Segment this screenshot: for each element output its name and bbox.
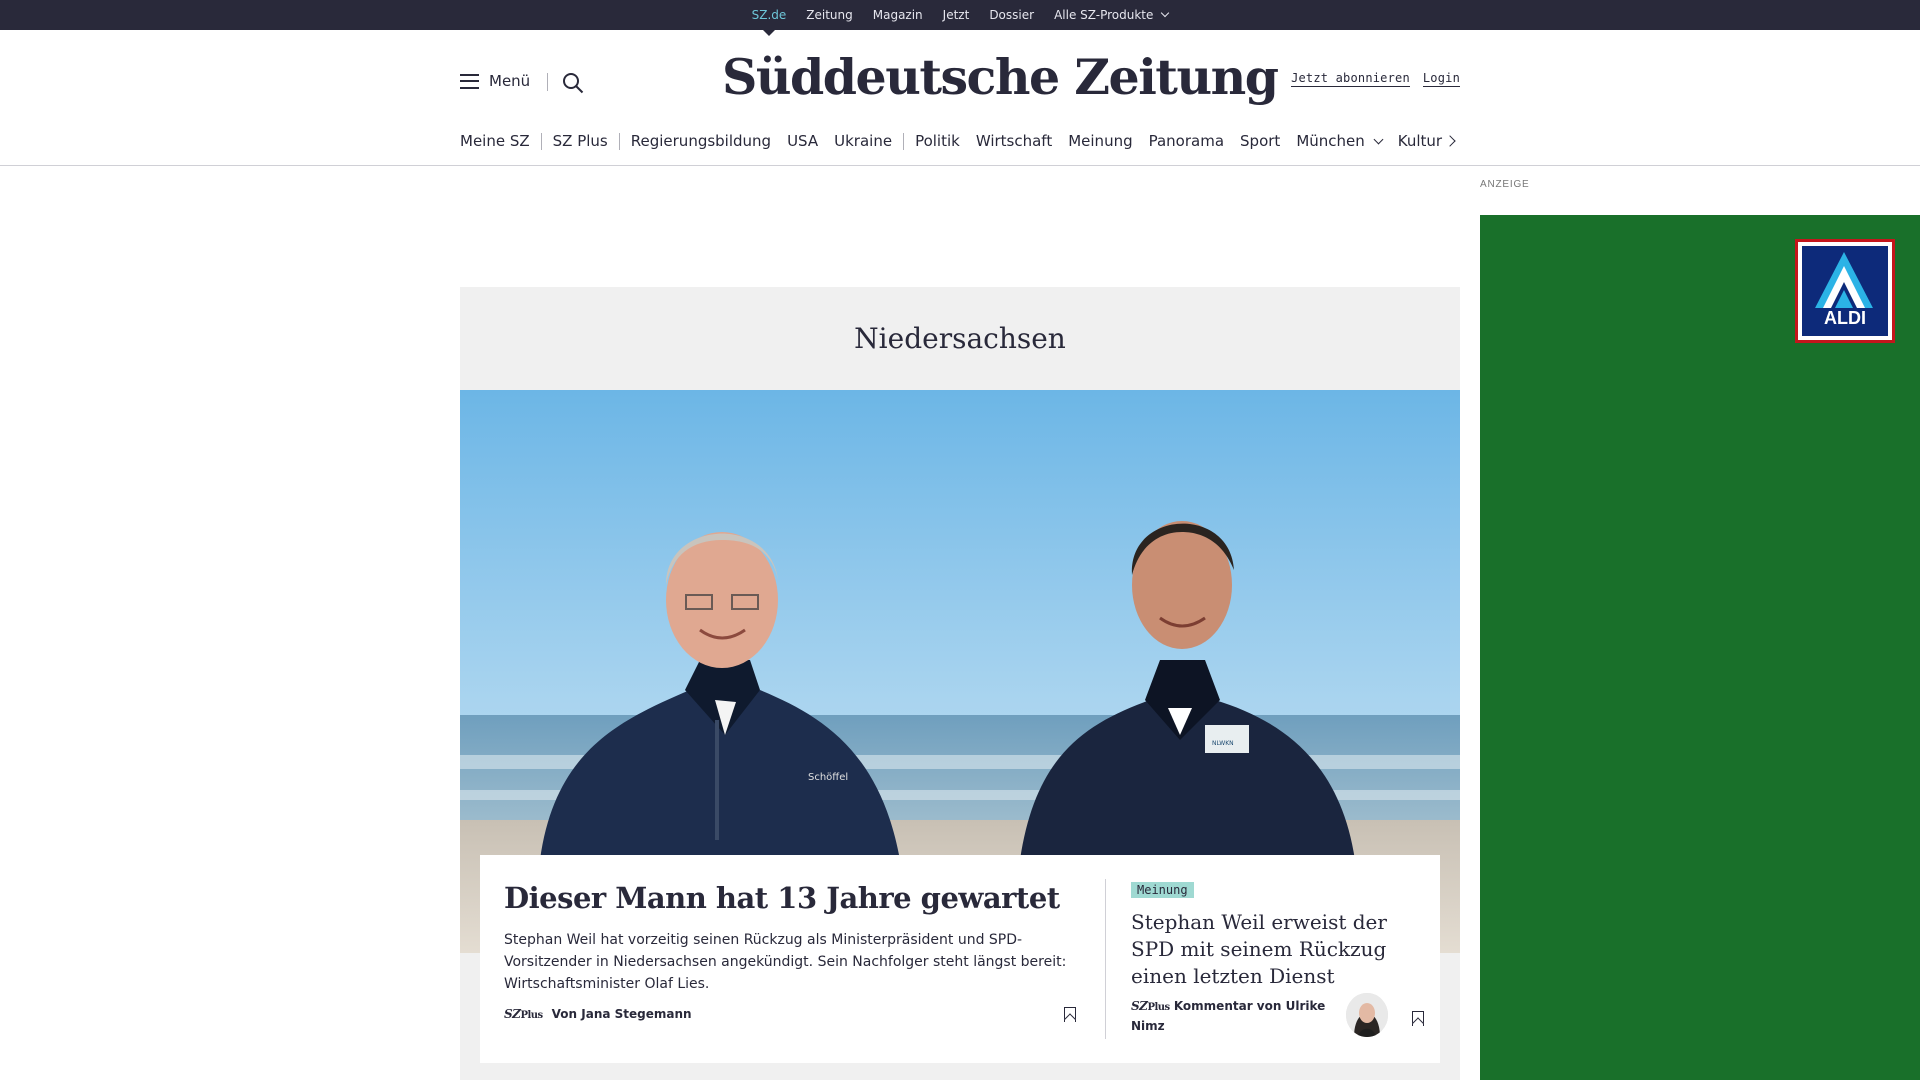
nav-item-politik[interactable]: Politik: [915, 132, 960, 150]
nav-divider: [903, 132, 905, 150]
header-divider: [547, 73, 548, 91]
nav-item-muenchen[interactable]: München: [1296, 132, 1384, 150]
ad-label: ANZEIGE: [1480, 179, 1530, 190]
chevron-down-icon: [1373, 134, 1384, 144]
topbar-link-dossier[interactable]: Dossier: [979, 0, 1044, 30]
main-nav: Meine SZ SZ Plus Regierungsbildung USA U…: [460, 130, 1458, 152]
advertisement[interactable]: ALDI: [1480, 215, 1920, 1080]
opinion-headline[interactable]: Stephan Weil erweist der SPD mit seinem …: [1131, 909, 1401, 990]
search-icon[interactable]: [562, 72, 584, 94]
nav-item-ukraine[interactable]: Ukraine: [834, 132, 892, 150]
site-header: Menü Süddeutsche Zeitung Jetzt abonniere…: [460, 30, 1460, 166]
nav-item-kultur[interactable]: Kultur: [1398, 132, 1442, 150]
sz-plus-badge: SZPlus: [504, 1007, 543, 1021]
lead-teaser-text: Stephan Weil hat vorzeitig seinen Rückzu…: [504, 932, 1067, 992]
nav-item-meine-sz[interactable]: Meine SZ: [460, 132, 530, 150]
opinion-article[interactable]: Meinung Stephan Weil erweist der SPD mit…: [1131, 881, 1401, 990]
section-title[interactable]: Niedersachsen: [460, 287, 1460, 391]
service-bar: SZ.de Zeitung Magazin Jetzt Dossier Alle…: [0, 0, 1920, 36]
nav-item-muenchen-label: München: [1296, 132, 1365, 150]
nav-item-panorama[interactable]: Panorama: [1149, 132, 1224, 150]
nav-item-meinung[interactable]: Meinung: [1068, 132, 1132, 150]
subscribe-link[interactable]: Jetzt abonnieren: [1291, 71, 1410, 87]
topbar-link-products[interactable]: Alle SZ-Produkte: [1044, 0, 1178, 30]
lead-headline[interactable]: Dieser Mann hat 13 Jahre gewartet: [504, 881, 1069, 915]
nav-divider: [618, 132, 620, 150]
lead-teaser-card: Dieser Mann hat 13 Jahre gewartet Stepha…: [480, 855, 1440, 1063]
lead-author: Von Jana Stegemann: [551, 1007, 692, 1021]
bookmark-icon[interactable]: [1412, 1011, 1424, 1026]
nav-item-sport[interactable]: Sport: [1240, 132, 1280, 150]
nav-divider: [540, 132, 542, 150]
aldi-logo: ALDI: [1795, 239, 1895, 343]
nav-item-regierungsbildung[interactable]: Regierungsbildung: [631, 132, 771, 150]
header-separator: [0, 165, 1920, 166]
nav-item-usa[interactable]: USA: [787, 132, 818, 150]
topbar-link-magazin[interactable]: Magazin: [863, 0, 933, 30]
opinion-badge: Meinung: [1131, 882, 1194, 898]
opinion-byline: SZPlus Kommentar von Ulrike Nimz: [1131, 997, 1341, 1036]
account-links: Jetzt abonnieren Login: [1291, 71, 1460, 87]
lead-article[interactable]: Dieser Mann hat 13 Jahre gewartet Stepha…: [504, 881, 1069, 995]
nav-item-wirtschaft[interactable]: Wirtschaft: [976, 132, 1052, 150]
login-link[interactable]: Login: [1422, 71, 1460, 87]
sz-plus-badge: SZPlus: [1131, 999, 1170, 1013]
hamburger-icon: [460, 73, 479, 89]
chevron-down-icon: [1161, 8, 1170, 18]
topbar-link-jetzt[interactable]: Jetzt: [933, 0, 980, 30]
topbar-link-zeitung[interactable]: Zeitung: [796, 0, 862, 30]
teaser-divider: [1105, 879, 1106, 1039]
products-label: Alle SZ-Produkte: [1054, 8, 1154, 22]
jacket-logo-right: NLWKN: [1212, 740, 1234, 747]
bookmark-icon[interactable]: [1064, 1007, 1076, 1022]
topbar-link-szde[interactable]: SZ.de: [742, 0, 797, 36]
section-niedersachsen: Niedersachsen Schöffel NLWKN Dieser Mann…: [460, 287, 1460, 1080]
aldi-wordmark: ALDI: [1802, 308, 1888, 329]
menu-label: Menü: [489, 72, 531, 90]
menu-button[interactable]: Menü: [460, 72, 530, 90]
jacket-logo-left: Schöffel: [808, 772, 848, 783]
lead-byline: SZPlus Von Jana Stegemann: [504, 1007, 692, 1021]
nav-item-sz-plus[interactable]: SZ Plus: [553, 132, 608, 150]
author-avatar: [1346, 993, 1388, 1037]
site-logo[interactable]: Süddeutsche Zeitung: [722, 48, 1279, 112]
